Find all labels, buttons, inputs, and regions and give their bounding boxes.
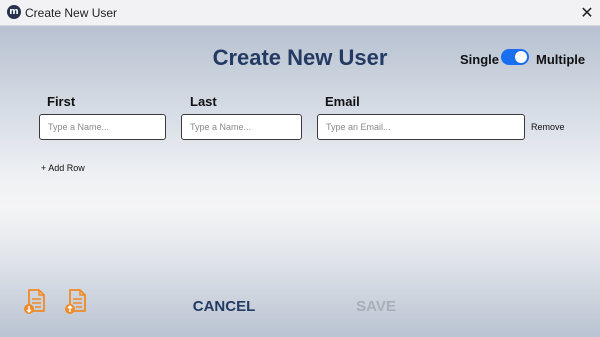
app-icon: m xyxy=(7,5,21,19)
email-input[interactable] xyxy=(317,114,525,140)
mode-toggle[interactable] xyxy=(501,49,529,65)
window-title: Create New User xyxy=(25,6,118,20)
cancel-button[interactable]: CANCEL xyxy=(188,298,260,315)
toggle-label-multiple: Multiple xyxy=(536,52,586,67)
import-file-icon[interactable] xyxy=(23,289,47,316)
last-name-input[interactable] xyxy=(181,114,302,140)
toggle-knob xyxy=(515,51,527,63)
first-name-input[interactable] xyxy=(39,114,166,140)
title-bar: m Create New User ✕ xyxy=(0,0,600,26)
toggle-label-single: Single xyxy=(460,52,500,67)
save-button[interactable]: SAVE xyxy=(350,298,402,315)
export-file-icon[interactable] xyxy=(64,289,88,316)
close-icon: ✕ xyxy=(580,2,594,22)
column-header-first: First xyxy=(47,94,76,109)
page-title: Create New User xyxy=(212,45,388,70)
column-header-last: Last xyxy=(190,94,217,109)
remove-row-button[interactable]: Remove xyxy=(531,122,565,132)
dialog-content: Create New User Single Multiple First La… xyxy=(0,26,600,337)
add-row-button[interactable]: + Add Row xyxy=(41,163,85,173)
close-button[interactable]: ✕ xyxy=(576,2,598,22)
column-header-email: Email xyxy=(325,94,360,109)
